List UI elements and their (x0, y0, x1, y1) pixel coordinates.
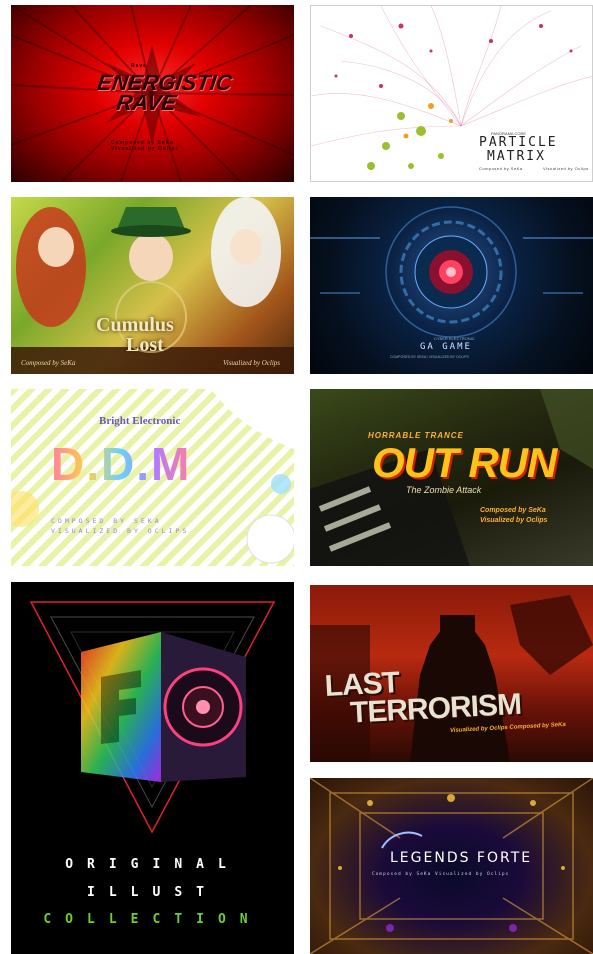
tile-credits: COMPOSED BY SEKA / VISUALIZED BY OCLIPS (390, 355, 469, 359)
credit-visualizer: Visualized by Oclips (223, 359, 281, 367)
credit-composer: Composed by SeKa (480, 507, 546, 514)
credit-composer: COMPOSED BY SEKA (51, 517, 162, 525)
tile-original-illust-collection[interactable]: ORIGINAL ILLUST COLLECTION (11, 582, 294, 954)
tile-title: ENERGISTIC RAVE (93, 70, 234, 115)
tile-subtitle: The Zombie Attack (406, 485, 482, 495)
tile-title: LAST TERRORISM (324, 663, 522, 730)
tile-title: OUT RUN (372, 439, 557, 486)
credit-visualizer: Visualized by Oclips (543, 166, 589, 171)
credit-visualizer: Visualized by Oclips (111, 146, 180, 152)
collection-line2: ILLUST (87, 885, 218, 900)
credit-composer: Composed by SeKa (479, 166, 523, 171)
collection-line3: COLLECTION (43, 912, 262, 927)
title-line1: Cumulus (96, 314, 174, 336)
credit-visualizer: VISUALIZED BY OCLIPS (51, 527, 190, 535)
tile-energistic-rave[interactable]: Rave ENERGISTIC RAVE Composed by SeKa Vi… (11, 5, 294, 182)
tile-last-terrorism[interactable]: LAST TERRORISM Visualized by Oclips Comp… (310, 585, 593, 762)
tile-pre-label: Bright Electronic (99, 415, 181, 427)
tile-cumulus-lost[interactable]: Cumulus Lost Composed by SeKa Visualized… (11, 197, 294, 374)
tile-credits: Composed by SeKa Visualized by Oclips (372, 872, 510, 877)
title-line2: MATRIX (487, 149, 546, 164)
title-line2: RAVE (114, 90, 178, 115)
tile-title: LEGENDS FORTE (390, 850, 533, 866)
tile-title: PARTICLE MATRIX (479, 136, 558, 164)
tile-title: GA GAME (420, 342, 472, 352)
corridor-graphic (310, 778, 593, 954)
title-line1: PARTICLE (479, 135, 558, 150)
tile-title: D.D.M (51, 438, 192, 490)
tile-legends-forte[interactable]: LEGENDS FORTE Composed by SeKa Visualize… (310, 778, 593, 954)
credit-composer: Composed by SeKa (21, 359, 76, 367)
tile-ddm[interactable]: Bright Electronic D.D.M COMPOSED BY SEKA… (11, 389, 294, 566)
credit-visualizer: Visualized by Oclips (480, 517, 548, 524)
collection-line1: ORIGINAL (65, 857, 240, 872)
tile-out-run[interactable]: HORRABLE TRANCE OUT RUN The Zombie Attac… (310, 389, 593, 566)
tile-ga-game[interactable]: CYBER ELECTRONIC GA GAME COMPOSED BY SEK… (310, 197, 593, 374)
tile-credits: Composed by SeKa Visualized by Oclips (111, 140, 179, 152)
tile-title: Cumulus Lost (96, 315, 174, 355)
title-line2: Lost (126, 334, 164, 356)
tile-pre-label: Rave (131, 63, 147, 69)
tile-particle-matrix[interactable]: PANORAMA CORE PARTICLE MATRIX Composed b… (310, 5, 593, 182)
tile-pre-label: CYBER ELECTRONIC (434, 336, 475, 341)
